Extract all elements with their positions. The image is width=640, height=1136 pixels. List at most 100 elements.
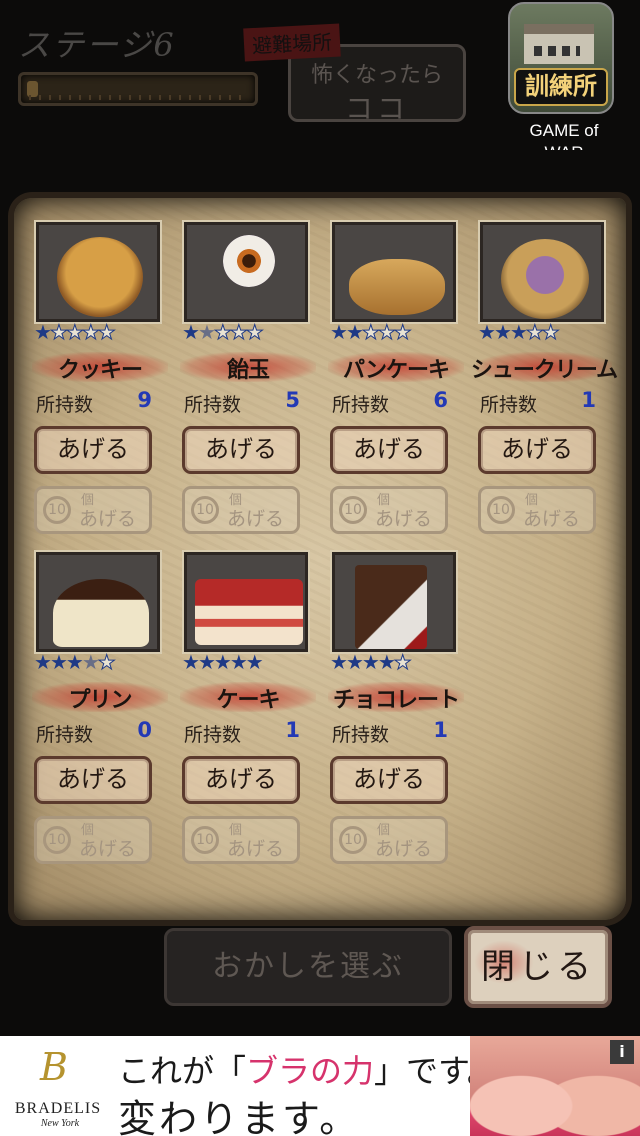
fear-gauge-ticks <box>29 95 247 100</box>
give-ten-label: あげる <box>227 838 285 860</box>
sweet-image <box>349 259 445 315</box>
game-ad-caption[interactable]: GAME of WAR <box>512 120 616 150</box>
give-ten-label: あげる <box>79 838 137 860</box>
give-button[interactable]: あげる <box>34 426 152 474</box>
star-icon: ★ <box>330 320 348 344</box>
count-label: 所持数 <box>184 394 242 416</box>
star-icon: ★ <box>229 650 248 674</box>
give-button[interactable]: あげる <box>478 426 596 474</box>
give-ten-button[interactable]: 10 個あげる <box>330 486 448 534</box>
star-icon: ★ <box>509 320 528 344</box>
sweet-card: ★★★★★ パンケーキ 所持数 6 あげる 10 個あげる <box>328 202 466 534</box>
give-ten-label: あげる <box>375 508 433 530</box>
give-ten-button[interactable]: 10 個あげる <box>182 486 300 534</box>
give-button[interactable]: あげる <box>182 756 300 804</box>
brand-name: BRADELIS <box>14 1100 102 1117</box>
candy-icon[interactable] <box>184 222 308 322</box>
count-value: 5 <box>285 388 300 412</box>
close-button[interactable]: 閉じる <box>464 926 612 1008</box>
sweet-image <box>223 235 275 287</box>
star-icon: ★ <box>213 320 232 345</box>
star-icon: ★ <box>345 650 364 674</box>
give-ten-label: あげる <box>523 508 581 530</box>
star-icon: ★ <box>81 320 100 345</box>
count-value: 1 <box>433 718 448 742</box>
stage-label: ステージ6 <box>18 26 176 64</box>
star-icon: ★ <box>213 650 232 674</box>
count-value: 0 <box>137 718 152 742</box>
star-icon: ★ <box>377 320 396 345</box>
cake-icon[interactable] <box>184 552 308 652</box>
sweet-name: ケーキ <box>216 688 280 713</box>
give-button[interactable]: あげる <box>34 756 152 804</box>
headline-pre: これが「 <box>118 1052 247 1090</box>
star-icon: ★ <box>65 320 84 345</box>
game-ad-icon[interactable]: 訓練所 <box>508 2 614 114</box>
give-ten-label: あげる <box>375 838 433 860</box>
ten-badge-icon: 10 <box>191 826 219 854</box>
pudding-icon[interactable] <box>36 552 160 652</box>
ten-badge-icon: 10 <box>339 826 367 854</box>
sweet-card: ★★★★★ クッキー 所持数 9 あげる 10 個あげる <box>32 202 170 534</box>
ten-badge-icon: 10 <box>43 826 71 854</box>
headline-accent: ブラの力 <box>246 1052 375 1090</box>
game-ad-badge: 訓練所 <box>514 68 608 106</box>
rarity-stars: ★★★★★ <box>182 320 264 345</box>
star-icon: ★ <box>182 650 200 674</box>
building-icon <box>524 24 594 64</box>
give-button[interactable]: あげる <box>330 426 448 474</box>
give-ten-button[interactable]: 10 個あげる <box>182 816 300 864</box>
rarity-stars: ★★★★★ <box>34 320 116 345</box>
sweet-name: チョコレート <box>332 688 460 713</box>
give-ten-button[interactable]: 10 個あげる <box>330 816 448 864</box>
banner-ad[interactable]: B BRADELIS New York これが「ブラの力」です。 変わります。 … <box>0 1036 640 1136</box>
star-icon: ★ <box>377 650 396 674</box>
brand-city: New York <box>40 1118 80 1129</box>
ten-badge-icon: 10 <box>191 496 219 524</box>
give-button[interactable]: あげる <box>330 756 448 804</box>
star-icon: ★ <box>49 650 68 674</box>
star-icon: ★ <box>245 650 264 674</box>
star-icon: ★ <box>525 320 544 345</box>
star-icon: ★ <box>197 650 216 674</box>
star-icon: ★ <box>97 650 116 675</box>
sweet-image <box>355 565 427 649</box>
star-icon: ★ <box>65 650 84 674</box>
banner-subline: 変わります。 <box>118 1097 361 1136</box>
ad-info-icon[interactable]: i <box>610 1040 634 1064</box>
sweet-image <box>53 579 149 647</box>
sweet-image <box>195 579 303 645</box>
cookie-icon[interactable] <box>36 222 160 322</box>
cream-puff-icon[interactable] <box>480 222 604 322</box>
count-value: 6 <box>433 388 448 412</box>
sweet-card: ★★★★★ チョコレート 所持数 1 あげる 10 個あげる <box>328 532 466 864</box>
rarity-stars: ★★★★★ <box>478 320 560 345</box>
star-icon: ★ <box>330 650 348 674</box>
select-sweets-button[interactable]: おかしを選ぶ <box>164 928 452 1006</box>
count-label: 所持数 <box>36 724 94 746</box>
sweet-card: ★★★★★ 飴玉所持数 5 あげる 10 個あげる <box>180 202 318 534</box>
sweet-card: ★★★★★ シュークリーム 所持数 1 あげる 10 個あげる <box>471 202 618 534</box>
chocolate-icon[interactable] <box>332 552 456 652</box>
rarity-stars: ★★★★★ <box>330 650 412 675</box>
give-button[interactable]: あげる <box>182 426 300 474</box>
star-icon: ★ <box>361 320 380 345</box>
star-icon: ★ <box>345 320 364 344</box>
star-icon: ★ <box>493 320 512 344</box>
count-value: 1 <box>581 388 596 412</box>
give-ten-label: あげる <box>79 508 137 530</box>
give-ten-button[interactable]: 10 個あげる <box>34 816 152 864</box>
star-icon: ★ <box>361 650 380 674</box>
give-ten-button[interactable]: 10 個あげる <box>478 486 596 534</box>
ten-badge-icon: 10 <box>339 496 367 524</box>
sweet-name: 飴玉 <box>226 358 270 383</box>
brand-logo: B <box>40 1045 68 1089</box>
give-ten-button[interactable]: 10 個あげる <box>34 486 152 534</box>
sweet-name: シュークリーム <box>470 358 618 383</box>
count-value: 9 <box>137 388 152 412</box>
star-icon: ★ <box>478 320 496 344</box>
pancake-icon[interactable] <box>332 222 456 322</box>
sweets-panel: ★★★★★ クッキー 所持数 9 あげる 10 個あげる ★★★★★ 飴玉 所持数 5 あげる 10 個あ… <box>14 198 626 920</box>
count-label: 所持数 <box>332 394 390 416</box>
rarity-stars: ★★★★★ <box>330 320 412 345</box>
